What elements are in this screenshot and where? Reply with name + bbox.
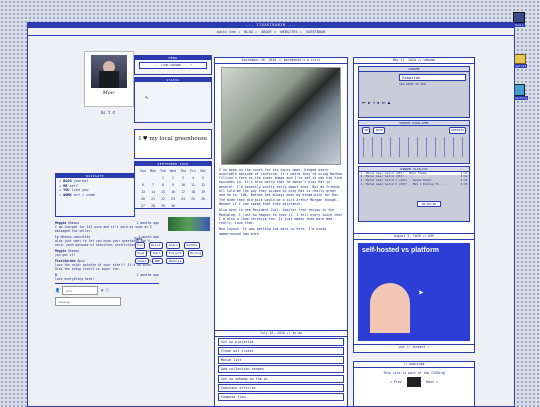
site-window: --- IIGAKIBANIN --- quiki dan ✦ BLOG ✦ ABO… <box>27 22 515 407</box>
webamp-panel: May 27, 2020 // webamp WINAMP Zabastak 1… <box>353 57 475 243</box>
menu-header: MENU <box>135 56 211 60</box>
eq-auto-button[interactable]: AUTO <box>373 127 386 134</box>
nav-guestbook[interactable]: GUESTBOOK <box>306 30 325 34</box>
main-nav: quiki dan ✦ BLOG ✦ ABOUT ✦ WEBSITES ✦ GUESTB… <box>28 28 514 36</box>
stop-icon[interactable]: ⏹ <box>377 100 379 105</box>
tag-button[interactable]: ORE <box>152 257 163 265</box>
todo-item[interactable]: Substack articles <box>218 383 344 392</box>
webamp-meta: May 27, 2020 // webamp <box>354 58 474 64</box>
tag-button[interactable]: Share <box>166 242 181 249</box>
wip-footer-link[interactable]: wip // inspect ↓ <box>354 344 474 350</box>
avatar <box>91 55 127 88</box>
tag-button[interactable]: Food <box>134 249 147 257</box>
todo-item[interactable]: Movie list <box>218 356 344 365</box>
navigate-panel: NAVIGATE ✦ BLOG journal ✦ ME self ✦ YOU … <box>55 173 135 217</box>
tag-button[interactable]: Ideas <box>134 257 149 265</box>
wip-meta: August 3, 2020 // WIP <box>354 234 474 240</box>
wip-card-title: self-hosted vs platform <box>362 246 440 254</box>
todo-item[interactable]: Set up webamp on the pi <box>218 374 344 383</box>
signature: Moo- <box>102 90 116 96</box>
webrings-text: This site is part of the CSSRing <box>383 370 445 375</box>
winamp-main-window[interactable]: WINAMP Zabastak 128 KBPS 44 KHZ ⏮ ▶ ⏸ ⏹ … <box>358 65 470 118</box>
calendar-panel: SEPTEMBER 2020 Sun Mon Tue Wed Thu Fri Sat 123… <box>134 161 212 209</box>
tag-button[interactable]: Mining <box>187 249 204 257</box>
webrings-header: // webrings <box>354 362 474 368</box>
wip-illustration <box>370 282 410 333</box>
todo-panel: July 18, 2020 // to-do Set up projectos … <box>214 330 348 406</box>
todo-item[interactable]: Clean out closet <box>218 346 344 355</box>
status-panel: STATUS ↖ <box>134 77 212 123</box>
webring-badge[interactable] <box>407 377 421 388</box>
greenhouse-button[interactable]: I ♥ my local greenhouse <box>134 129 212 159</box>
nav-about[interactable]: ABOUT <box>261 30 272 34</box>
nav-item-work[interactable]: ✦ WORK art / code <box>59 193 131 198</box>
webring-next-link[interactable]: Next » <box>426 380 438 384</box>
track-display: Zabastak <box>399 73 466 81</box>
chevron-down-icon: ▾ <box>190 63 192 67</box>
chat-name-input[interactable] <box>62 286 99 295</box>
nav-blog[interactable]: BLOG <box>244 30 253 34</box>
chat-message: Meggie @heaux 2 months ago I am charged … <box>55 221 159 233</box>
tag-button[interactable]: Build <box>148 242 163 249</box>
chat-message-input[interactable] <box>55 297 121 306</box>
social-links[interactable]: bs t © <box>82 110 134 115</box>
todo-item[interactable]: Add collection images <box>218 365 344 374</box>
prev-icon[interactable]: ⏮ <box>362 100 366 105</box>
pause-icon[interactable]: ⏸ <box>373 100 375 105</box>
info-icon[interactable]: ⓘ <box>106 288 110 293</box>
winamp-playlist[interactable]: WINAMP PLAYLIST 1. Metal Gear Solid (OST… <box>358 165 470 222</box>
blog-post: September 26, 2020 // moregande's a crit… <box>214 57 348 343</box>
cursor-icon: ➤ <box>418 287 425 299</box>
eq-on-button[interactable]: ON <box>361 127 371 134</box>
post-meta: September 26, 2020 // moregande's a crit… <box>215 58 347 64</box>
playlist-item[interactable]: 4. Metal Gear Solid 3 (OST) - MGS 3 Endi… <box>359 182 469 187</box>
play-icon[interactable]: ▶ <box>368 100 370 105</box>
wip-image: self-hosted vs platform ➤ <box>358 242 470 341</box>
webring-prev-link[interactable]: « Prev <box>390 380 402 384</box>
playlist-time-display: 00:00:00 <box>417 200 441 207</box>
settings-icon[interactable]: ⚙ <box>101 288 103 293</box>
calendar-header: SEPTEMBER 2020 <box>135 162 211 166</box>
todo-item[interactable]: Compose flow <box>218 392 344 401</box>
tag-button[interactable]: Fun <box>134 242 146 249</box>
profile-card: Moo- <box>84 51 134 107</box>
post-body-3: New layout. It was getting too dark in h… <box>219 227 327 236</box>
playback-controls: ⏮ ▶ ⏸ ⏹ ⏭ ⏏ <box>362 100 466 105</box>
left-column: Moo- bs t © <box>54 51 134 115</box>
user-icon: 👤 <box>55 287 60 293</box>
pointer-icon: ↖ <box>145 94 149 101</box>
tags-panel: TAGS Fun Build Share Update Food Rant Pr… <box>134 237 210 265</box>
post-body-2: Also went to see Resident Coil. Spoiler … <box>219 208 343 226</box>
webrings-panel: // webrings This site is part of the CSS… <box>353 361 475 406</box>
desktop-icon-label: music <box>513 23 525 27</box>
greenhouse-text: I ♥ my local greenhouse <box>138 136 208 142</box>
tag-button[interactable]: Update <box>183 242 200 249</box>
next-icon[interactable]: ⏭ <box>382 100 386 105</box>
stamp-strip <box>168 217 210 231</box>
menu-panel: MENU --- LOOK AROUND --- ▾ <box>134 55 212 75</box>
chat-message: D 2 months ago love everything here! <box>55 273 159 281</box>
tag-button[interactable]: Project <box>166 249 184 257</box>
winamp-title: WINAMP <box>359 66 469 72</box>
todo-item[interactable]: Set up projectos <box>218 337 344 346</box>
winamp-equalizer[interactable]: WINAMP EQUALIZER ON AUTO PRESETS <box>358 119 470 164</box>
tag-button[interactable]: Hobbies <box>166 257 184 265</box>
eject-icon[interactable]: ⏏ <box>388 100 390 105</box>
eq-sliders[interactable] <box>363 137 465 158</box>
track-meta: 128 KBPS 44 KHZ <box>399 81 427 86</box>
nav-home[interactable]: quiki dan <box>216 30 235 34</box>
post-image <box>221 66 341 165</box>
look-around-dropdown[interactable]: --- LOOK AROUND --- ▾ <box>139 62 207 69</box>
post-body: I've been on the couch for six hours oop… <box>219 167 343 206</box>
wip-panel: August 3, 2020 // WIP self-hosted vs pla… <box>353 233 475 353</box>
status-header: STATUS <box>135 78 211 82</box>
calendar-grid: Sun Mon Tue Wed Thu Fri Sat 12345 6 7 8 9 10 11 12 1… <box>140 168 206 208</box>
tag-button[interactable]: Rant <box>150 249 163 257</box>
todo-meta: July 18, 2020 // to-do <box>215 331 347 337</box>
eq-presets-button[interactable]: PRESETS <box>448 127 467 134</box>
nav-websites[interactable]: WEBSITES <box>280 30 297 34</box>
